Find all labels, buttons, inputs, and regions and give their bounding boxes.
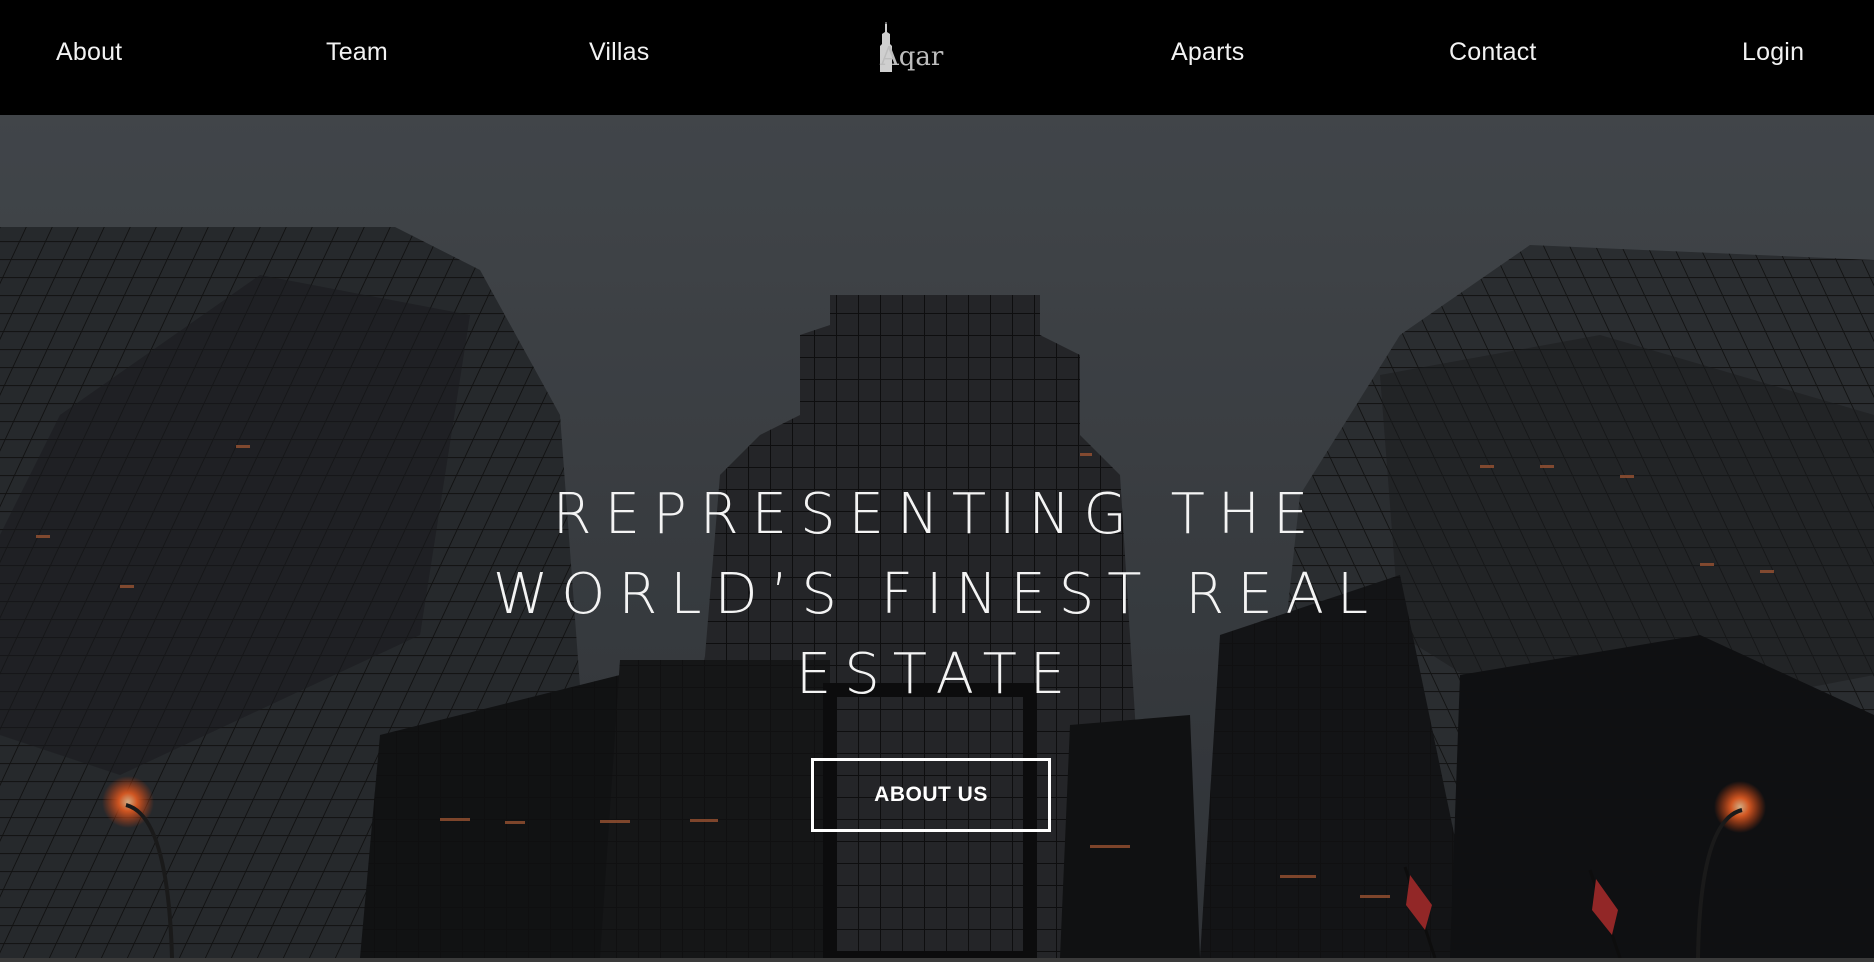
hero-headline: REPRESENTING THE WORLD’S FINEST REAL EST… (437, 475, 1437, 715)
top-navbar: About Team Villas Aqar Aparts Contact Lo… (0, 0, 1874, 115)
nav-link-team[interactable]: Team (326, 38, 388, 67)
page-bottom-edge (0, 958, 1874, 962)
hero-headline-line-3: ESTATE (795, 642, 1079, 707)
nav-link-login[interactable]: Login (1742, 38, 1804, 67)
nav-link-contact[interactable]: Contact (1449, 38, 1537, 67)
logo-wordmark: Aqar (880, 42, 944, 72)
nav-link-villas[interactable]: Villas (589, 38, 650, 67)
about-us-button[interactable]: ABOUT US (811, 758, 1051, 832)
hero-section: REPRESENTING THE WORLD’S FINEST REAL EST… (0, 115, 1874, 958)
nav-link-about[interactable]: About (56, 38, 122, 67)
hero-headline-line-1: REPRESENTING THE (552, 482, 1322, 547)
hero-headline-line-2: WORLD’S FINEST REAL (492, 562, 1382, 627)
nav-link-aparts[interactable]: Aparts (1171, 38, 1244, 67)
